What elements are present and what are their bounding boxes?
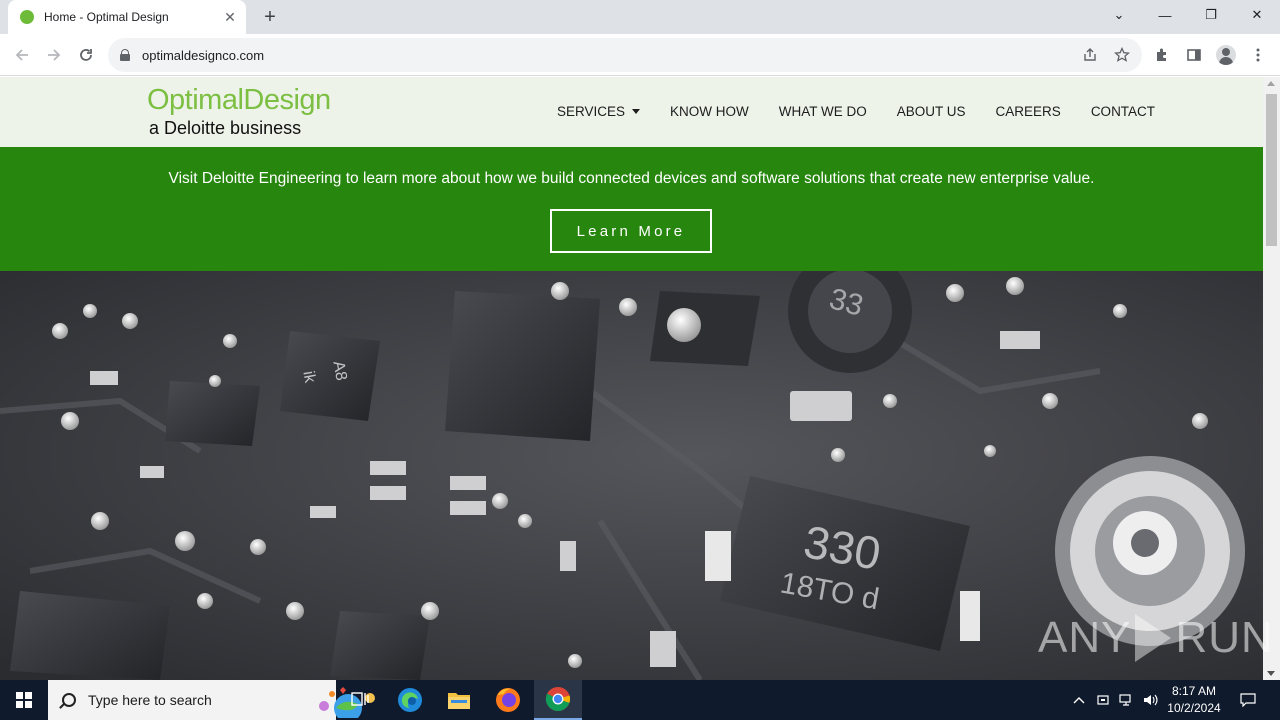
learn-more-button[interactable]: Learn More — [550, 209, 712, 253]
nav-item-contact[interactable]: CONTACT — [1091, 104, 1155, 119]
promo-banner: Visit Deloitte Engineering to learn more… — [0, 147, 1263, 271]
hero-chip-label-a8: A8 — [329, 360, 349, 382]
nav-item-what-we-do[interactable]: WHAT WE DO — [779, 104, 867, 119]
nav-item-services[interactable]: SERVICES — [557, 104, 641, 119]
nav-label: SERVICES — [557, 104, 626, 119]
watermark-left: ANY — [1038, 613, 1132, 662]
nav-item-know-how[interactable]: KNOW HOW — [670, 104, 749, 119]
address-bar[interactable]: optimaldesignco.com — [108, 38, 1142, 72]
clock-date: 10/2/2024 — [1167, 701, 1221, 715]
lock-icon — [120, 49, 130, 61]
scroll-up-arrow-icon[interactable] — [1267, 81, 1275, 86]
banner-text: Visit Deloitte Engineering to learn more… — [168, 170, 1095, 187]
tray-network-adapter-icon[interactable] — [1093, 680, 1113, 720]
edge-browser-icon — [398, 688, 422, 712]
reload-button[interactable] — [73, 43, 99, 67]
url-text: optimaldesignco.com — [142, 47, 265, 63]
notification-center-icon[interactable] — [1234, 680, 1262, 720]
nav-item-about-us[interactable]: ABOUT US — [897, 104, 966, 119]
back-arrow-icon — [15, 49, 28, 61]
main-nav: SERVICES KNOW HOW WHAT WE DO ABOUT US CA… — [557, 104, 1155, 119]
browser-toolbar: optimaldesignco.com — [0, 34, 1280, 76]
tab-title: Home - Optimal Design — [44, 10, 169, 24]
new-tab-button[interactable]: + — [258, 6, 282, 28]
tab-close-icon[interactable]: ✕ — [220, 7, 240, 27]
tray-network-icon[interactable] — [1116, 680, 1138, 720]
play-icon — [1135, 614, 1172, 662]
side-panel-icon[interactable] — [1182, 43, 1206, 67]
search-icon — [62, 693, 76, 707]
scrollbar-thumb[interactable] — [1266, 94, 1277, 246]
close-window-button[interactable]: ✕ — [1234, 0, 1280, 30]
task-view-button[interactable] — [336, 680, 384, 720]
chrome-icon — [545, 687, 571, 712]
minimize-button[interactable]: — — [1142, 0, 1188, 30]
logo-tagline: a Deloitte business — [149, 118, 302, 138]
clock-time: 8:17 AM — [1171, 684, 1217, 698]
nav-item-careers[interactable]: CAREERS — [996, 104, 1061, 119]
search-placeholder: Type here to search — [88, 692, 212, 708]
browser-menu-icon[interactable] — [1246, 43, 1270, 67]
windows-logo-icon — [16, 692, 32, 708]
folder-icon — [448, 693, 470, 709]
windows-taskbar: Type here to search 8:17 AM 10/2/2024 — [0, 680, 1280, 720]
page-viewport: OptimalDesign a Deloitte business SERVIC… — [0, 77, 1263, 680]
anyrun-watermark: ANY RUN — [1038, 608, 1274, 668]
taskbar-clock[interactable]: 8:17 AM 10/2/2024 — [1160, 683, 1228, 717]
site-header: OptimalDesign a Deloitte business SERVIC… — [0, 77, 1263, 147]
firefox-icon — [496, 688, 520, 712]
forward-arrow-icon — [48, 49, 61, 61]
profile-icon — [1216, 45, 1236, 65]
forward-button[interactable] — [41, 43, 67, 67]
browser-tab-active[interactable]: Home - Optimal Design ✕ — [8, 0, 246, 34]
reload-icon — [80, 49, 92, 61]
share-icon[interactable] — [1080, 46, 1100, 64]
taskbar-search-box[interactable]: Type here to search — [48, 680, 375, 720]
back-button[interactable] — [9, 43, 35, 67]
task-view-icon — [351, 692, 369, 706]
start-button[interactable] — [0, 680, 48, 720]
caret-down-icon — [632, 109, 641, 114]
restore-button[interactable]: ❐ — [1188, 0, 1234, 30]
taskbar-file-explorer[interactable] — [435, 680, 483, 720]
page-scrollbar[interactable] — [1263, 77, 1280, 680]
watermark-right: RUN — [1175, 613, 1274, 662]
scroll-down-arrow-icon[interactable] — [1267, 671, 1275, 676]
browser-tab-strip: Home - Optimal Design ✕ + ⌄ — ❐ ✕ — [0, 0, 1280, 34]
bookmark-star-icon[interactable] — [1112, 46, 1132, 64]
extensions-puzzle-icon[interactable] — [1150, 43, 1174, 67]
taskbar-edge[interactable] — [386, 680, 434, 720]
tray-chevron-up-icon[interactable] — [1068, 680, 1090, 720]
taskbar-firefox[interactable] — [484, 680, 532, 720]
logo-name: OptimalDesign — [147, 84, 331, 116]
tray-volume-icon[interactable] — [1140, 680, 1160, 720]
profile-avatar[interactable] — [1214, 43, 1238, 67]
taskbar-chrome[interactable] — [534, 680, 582, 720]
site-favicon-icon — [20, 10, 34, 24]
tab-search-chevron-icon[interactable]: ⌄ — [1096, 0, 1142, 30]
site-logo[interactable]: OptimalDesign a Deloitte business — [147, 83, 331, 139]
